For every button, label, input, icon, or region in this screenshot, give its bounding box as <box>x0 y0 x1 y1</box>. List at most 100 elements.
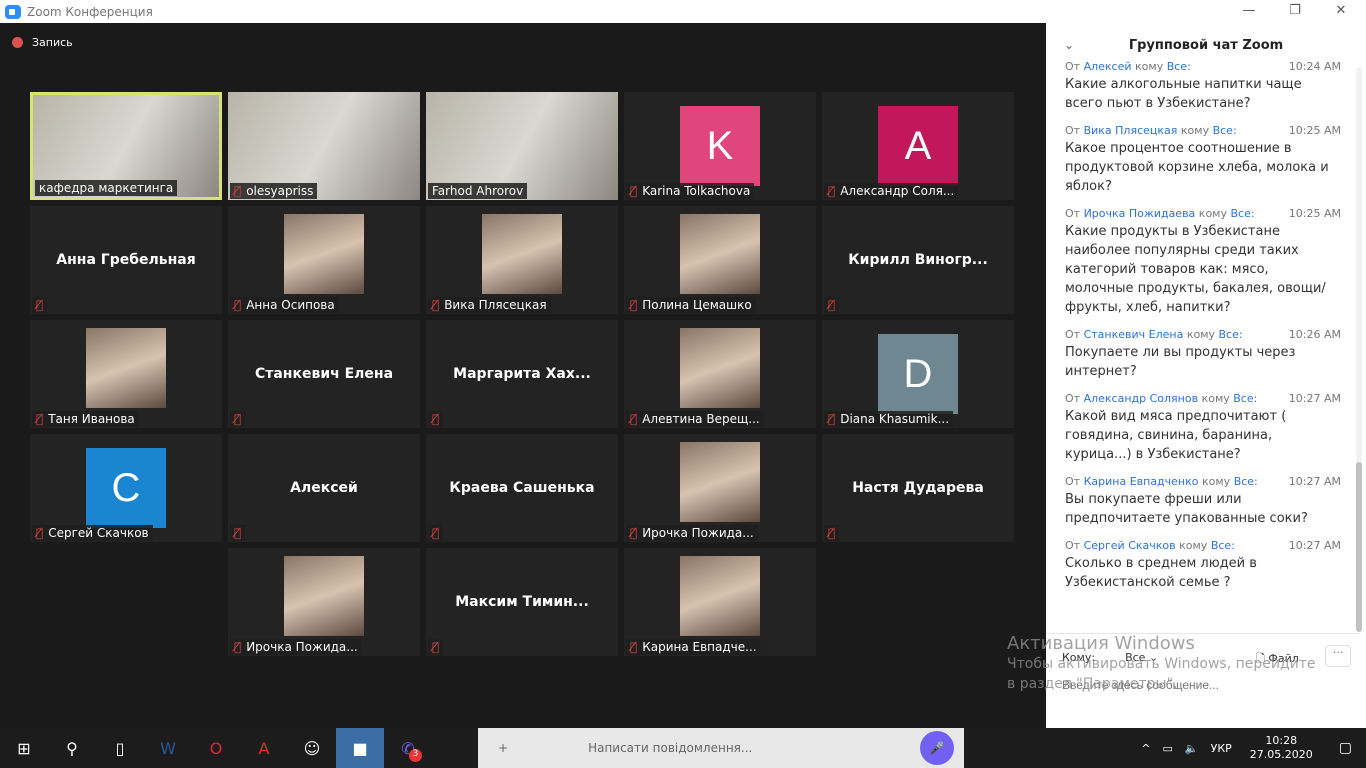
to-value[interactable]: Все <box>1125 651 1145 664</box>
message-text: Какое процентое соотношение в продуктово… <box>1065 141 1329 194</box>
recipient: Все: <box>1218 328 1243 341</box>
name-label: 🎙̸ <box>230 525 246 541</box>
recipient-selector[interactable]: Кому: Все ⌄ <box>1062 651 1158 664</box>
participant-name-large: Алексей <box>290 480 358 496</box>
participant-tile[interactable]: A 🎙̸ Александр Соля... <box>822 92 1014 200</box>
search-icon[interactable]: ⚲ <box>48 728 96 768</box>
viber-window: + Написати повідомлення... 🎤 <box>478 728 964 768</box>
sender-name[interactable]: Александр Солянов <box>1084 392 1199 405</box>
muted-mic-icon: 🎙̸ <box>234 184 242 198</box>
from-label: От <box>1065 60 1081 73</box>
chevron-up-icon[interactable]: ^ <box>1141 742 1150 755</box>
participant-tile[interactable]: 🎙̸ Карина Евпадче... <box>624 548 816 656</box>
participant-name: кафедра маркетинга <box>39 181 174 195</box>
participant-tile[interactable]: 🎙̸ Вика Плясецкая <box>426 206 618 314</box>
participant-tile[interactable]: кафедра маркетинга <box>30 92 222 200</box>
participant-tile[interactable]: 🎙̸ Таня Иванова <box>30 320 222 428</box>
message-text: Какие продукты в Узбекистане наиболее по… <box>1065 224 1326 315</box>
name-label: Farhod Ahrorov <box>428 183 528 199</box>
participant-photo <box>680 328 760 408</box>
participant-tile[interactable]: Кирилл Виногр... 🎙̸ <box>822 206 1014 314</box>
close-button[interactable]: ✕ <box>1318 0 1364 22</box>
zoom-taskbar-icon[interactable]: ■ <box>336 728 384 768</box>
to-word: кому <box>1179 539 1208 552</box>
sender-name[interactable]: Станкевич Елена <box>1084 328 1184 341</box>
participant-tile[interactable]: Маргарита Хах... 🎙̸ <box>426 320 618 428</box>
name-label: кафедра маркетинга <box>35 180 178 196</box>
zoom-logo-icon <box>5 4 21 19</box>
participant-tile[interactable]: Анна Гребельная 🎙̸ <box>30 206 222 314</box>
participant-name: Ирочка Пожида... <box>246 640 358 654</box>
pdf24-icon[interactable]: ☺ <box>288 728 336 768</box>
participant-tile[interactable]: Алексей 🎙̸ <box>228 434 420 542</box>
participant-tile[interactable]: Farhod Ahrorov <box>426 92 618 200</box>
opera-icon[interactable]: O <box>192 728 240 768</box>
participant-name: Karina Tolkachova <box>642 184 751 198</box>
language-indicator[interactable]: УКР <box>1211 742 1232 755</box>
participant-tile[interactable]: Станкевич Елена 🎙̸ <box>228 320 420 428</box>
name-label: 🎙̸ Алевтина Верещ... <box>626 411 764 427</box>
sender-name[interactable]: Алексей <box>1084 60 1132 73</box>
word-icon[interactable]: W <box>144 728 192 768</box>
plus-icon[interactable]: + <box>498 741 508 755</box>
participant-tile[interactable]: Максим Тимин... 🎙̸ <box>426 548 618 656</box>
message-time: 10:24 AM <box>1288 60 1341 73</box>
recipient: Все: <box>1212 124 1237 137</box>
participant-name: Сергей Скачков <box>48 526 149 540</box>
recording-indicator[interactable]: Запись <box>12 36 73 49</box>
scrollbar-thumb[interactable] <box>1356 462 1362 632</box>
participant-name: olesyapriss <box>246 184 314 198</box>
participant-tile[interactable]: K 🎙̸ Karina Tolkachova <box>624 92 816 200</box>
participant-tile[interactable]: 🎙̸ Ирочка Пожида... <box>624 434 816 542</box>
muted-mic-icon: 🎙̸ <box>432 298 440 312</box>
participant-name: Карина Евпадче... <box>642 640 757 654</box>
message-text: Вы покупаете фреши или предпочитаете упа… <box>1065 492 1308 526</box>
minimize-button[interactable]: — <box>1226 0 1272 22</box>
sender-name[interactable]: Карина Евпадченко <box>1084 475 1199 488</box>
name-label: 🎙̸ <box>428 525 444 541</box>
network-icon[interactable]: ▭ <box>1163 742 1173 755</box>
participant-tile[interactable]: D 🎙̸ Diana Khasumik... <box>822 320 1014 428</box>
viber-message-input[interactable]: Написати повідомлення... <box>588 741 752 755</box>
clock[interactable]: 10:28 27.05.2020 <box>1250 734 1313 762</box>
record-icon <box>12 37 23 48</box>
participant-tile[interactable]: 🎙̸ Алевтина Верещ... <box>624 320 816 428</box>
participant-tile[interactable]: C 🎙̸ Сергей Скачков <box>30 434 222 542</box>
participant-tile[interactable]: 🎙̸ Анна Осипова <box>228 206 420 314</box>
acrobat-icon[interactable]: A <box>240 728 288 768</box>
chat-message: От Станкевич Елена кому Все: 10:26 AM Поку… <box>1065 327 1341 381</box>
task-view-icon[interactable]: ▯ <box>96 728 144 768</box>
file-button[interactable]: 🗋 Файл <box>1256 650 1299 669</box>
participant-tile[interactable]: Краева Сашенька 🎙̸ <box>426 434 618 542</box>
chat-scrollbar[interactable] <box>1356 67 1362 632</box>
sender-name[interactable]: Сергей Скачков <box>1084 539 1176 552</box>
chat-message: От Вика Плясецкая кому Все: 10:25 AM Какое… <box>1065 123 1341 196</box>
avatar: D <box>878 334 958 414</box>
notifications-icon[interactable]: ▢ <box>1339 740 1352 756</box>
restore-button[interactable]: ❐ <box>1272 0 1318 22</box>
chevron-down-icon: ⌄ <box>1148 651 1159 664</box>
name-label: 🎙̸ <box>32 297 48 313</box>
volume-icon[interactable]: 🔈 <box>1185 742 1199 755</box>
sender-name[interactable]: Ирочка Пожидаева <box>1084 207 1196 220</box>
message-text: Сколько в среднем людей в Узбекистанской… <box>1065 556 1257 590</box>
muted-mic-icon: 🎙̸ <box>828 298 836 312</box>
muted-mic-icon: 🎙̸ <box>234 526 242 540</box>
name-label: 🎙̸ Полина Цемашко <box>626 297 756 313</box>
chat-title: Групповой чат Zoom <box>1128 37 1284 53</box>
recipient: Все: <box>1233 475 1258 488</box>
participant-tile[interactable]: Настя Дударева 🎙̸ <box>822 434 1014 542</box>
chevron-down-icon[interactable]: ⌄ <box>1064 38 1074 52</box>
windows-start-icon[interactable]: ⊞ <box>0 728 48 768</box>
participant-tile[interactable]: 🎙̸ Полина Цемашко <box>624 206 816 314</box>
chat-input[interactable] <box>1062 678 1342 692</box>
participant-tile[interactable]: 🎙̸ olesyapriss <box>228 92 420 200</box>
participant-photo <box>284 556 364 636</box>
more-button[interactable]: ··· <box>1325 645 1351 667</box>
from-label: От <box>1065 539 1081 552</box>
participant-tile[interactable]: 🎙̸ Ирочка Пожида... <box>228 548 420 656</box>
viber-icon[interactable]: ✆ 3 <box>384 728 432 768</box>
participant-name-large: Маргарита Хах... <box>453 366 591 382</box>
sender-name[interactable]: Вика Плясецкая <box>1084 124 1178 137</box>
microphone-icon[interactable]: 🎤 <box>920 731 954 765</box>
